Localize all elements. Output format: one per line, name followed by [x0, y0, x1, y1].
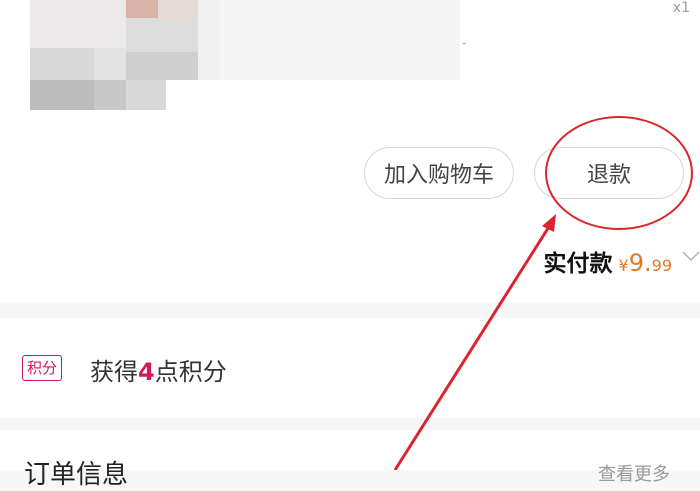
points-text-after: 点积分	[154, 358, 227, 386]
pixel-block	[198, 0, 220, 80]
divider-mark: -	[462, 36, 467, 50]
pixel-block	[220, 0, 460, 80]
order-item-card: - x1 加入购物车 退款 实付款 ¥ 9. 99	[0, 0, 700, 302]
points-text-before: 获得	[90, 358, 138, 386]
pixel-block	[126, 80, 166, 110]
pixel-block	[126, 18, 198, 52]
points-count: 4	[138, 358, 155, 386]
pixel-block	[126, 0, 158, 18]
item-quantity: x1	[672, 0, 690, 16]
chevron-down-icon[interactable]	[682, 250, 700, 262]
pixel-block	[126, 52, 198, 80]
order-info-section[interactable]: 订单信息 查看更多	[0, 430, 700, 490]
pixel-block	[158, 0, 198, 18]
product-thumbnail[interactable]	[30, 0, 460, 112]
pixel-block	[30, 48, 94, 80]
pixel-block	[30, 80, 94, 110]
points-badge: 积分	[22, 355, 63, 381]
amount-paid: 实付款 ¥ 9. 99	[544, 244, 672, 278]
pixel-block	[30, 0, 126, 48]
amount-integer: 9.	[628, 249, 652, 277]
pixel-block	[94, 80, 126, 110]
annotation-circle	[545, 116, 693, 230]
add-to-cart-button[interactable]: 加入购物车	[364, 147, 514, 199]
currency-symbol: ¥	[618, 256, 629, 275]
pixel-block	[94, 48, 126, 80]
amount-decimal: 99	[651, 256, 672, 275]
points-text: 获得4点积分	[90, 352, 227, 387]
points-row: 积分 获得4点积分	[0, 318, 700, 418]
order-info-title: 订单信息	[24, 460, 129, 490]
view-more-link[interactable]: 查看更多	[598, 460, 670, 486]
amount-paid-label: 实付款	[543, 251, 613, 277]
